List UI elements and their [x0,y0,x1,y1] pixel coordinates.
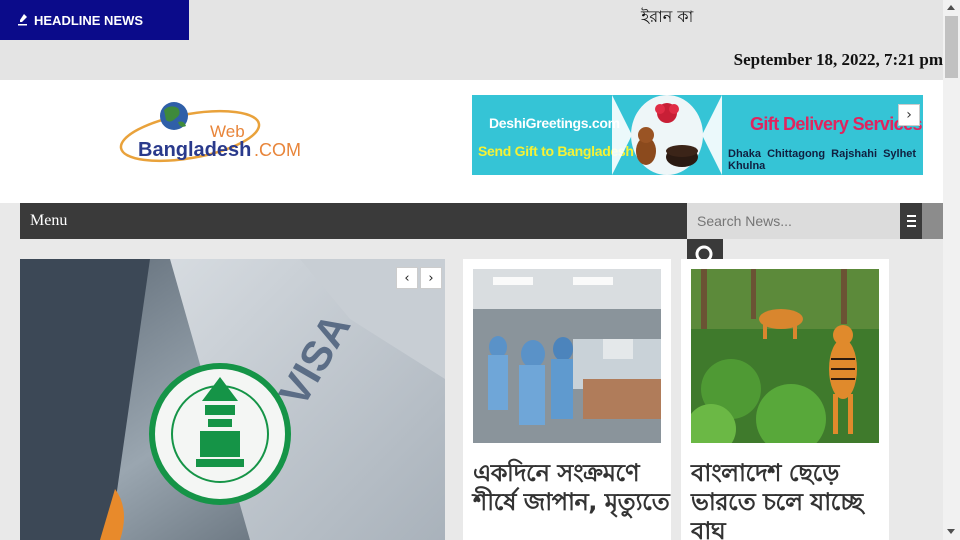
scroll-down-arrow-icon[interactable] [947,529,955,534]
ad-service: Gift Delivery Services [750,114,923,134]
current-datetime: September 18, 2022, 7:21 pm [733,50,943,69]
featured-slide-image: VISA [20,259,445,540]
ad-tagline: Send Gift to Bangladesh [478,143,634,159]
news-card[interactable]: বাংলাদেশ ছেড়ে ভারতে চলে যাচ্ছে বাঘ [681,259,889,540]
search-input[interactable] [687,203,900,239]
page-scrollbar[interactable] [943,0,960,540]
news-card-title[interactable]: একদিনে সংক্রমণে শীর্ষে জাপান, মৃত্যুতে [473,459,671,517]
svg-text:.COM: .COM [254,140,301,160]
slider-prev-button[interactable]: ‹ [396,267,418,289]
featured-slider[interactable]: VISA ‹ › [20,259,445,540]
search-icon [695,245,713,261]
chevron-right-icon: › [428,270,434,286]
slider-next-button[interactable]: › [420,267,442,289]
news-card-title[interactable]: বাংলাদেশ ছেড়ে ভারতে চলে যাচ্ছে বাঘ [691,459,889,540]
headline-news-label: HEADLINE NEWS [0,0,189,40]
ad-cities: Dhaka Chittagong Rajshahi Sylhet Khulna [728,148,917,172]
menu-button[interactable]: Menu [30,212,67,230]
news-card-image [473,269,661,443]
ad-site-name: DeshiGreetings.com [489,115,620,131]
top-bar: HEADLINE NEWS ইরান কা September 18, 2022… [0,0,943,80]
svg-text:Bangladesh: Bangladesh [138,139,251,161]
news-card[interactable]: একদিনে সংক্রমণে শীর্ষে জাপান, মৃত্যুতে [463,259,671,540]
main-nav: Menu [20,203,943,239]
nav-gap [0,203,20,239]
scrollbar-thumb[interactable] [945,16,958,78]
headline-ticker[interactable]: ইরান কা [641,4,693,31]
chevron-left-icon: ‹ [404,270,410,286]
news-card-image [691,269,879,443]
scroll-up-arrow-icon[interactable] [947,5,955,10]
nav-tail [922,203,943,239]
gift-image [612,95,722,175]
hamburger-menu-icon[interactable] [900,203,922,239]
chevron-right-icon: › [906,107,912,123]
search-button[interactable] [687,239,723,261]
gift-ad-banner[interactable]: DeshiGreetings.com Send Gift to Banglade… [472,95,923,175]
ad-next-button[interactable]: › [898,104,920,126]
site-logo[interactable]: Web Bangladesh .COM [118,100,308,166]
headline-news-text: HEADLINE NEWS [34,12,144,28]
site-header: Web Bangladesh .COM DeshiGreetings.com S… [0,80,943,203]
pin-icon [18,14,27,26]
